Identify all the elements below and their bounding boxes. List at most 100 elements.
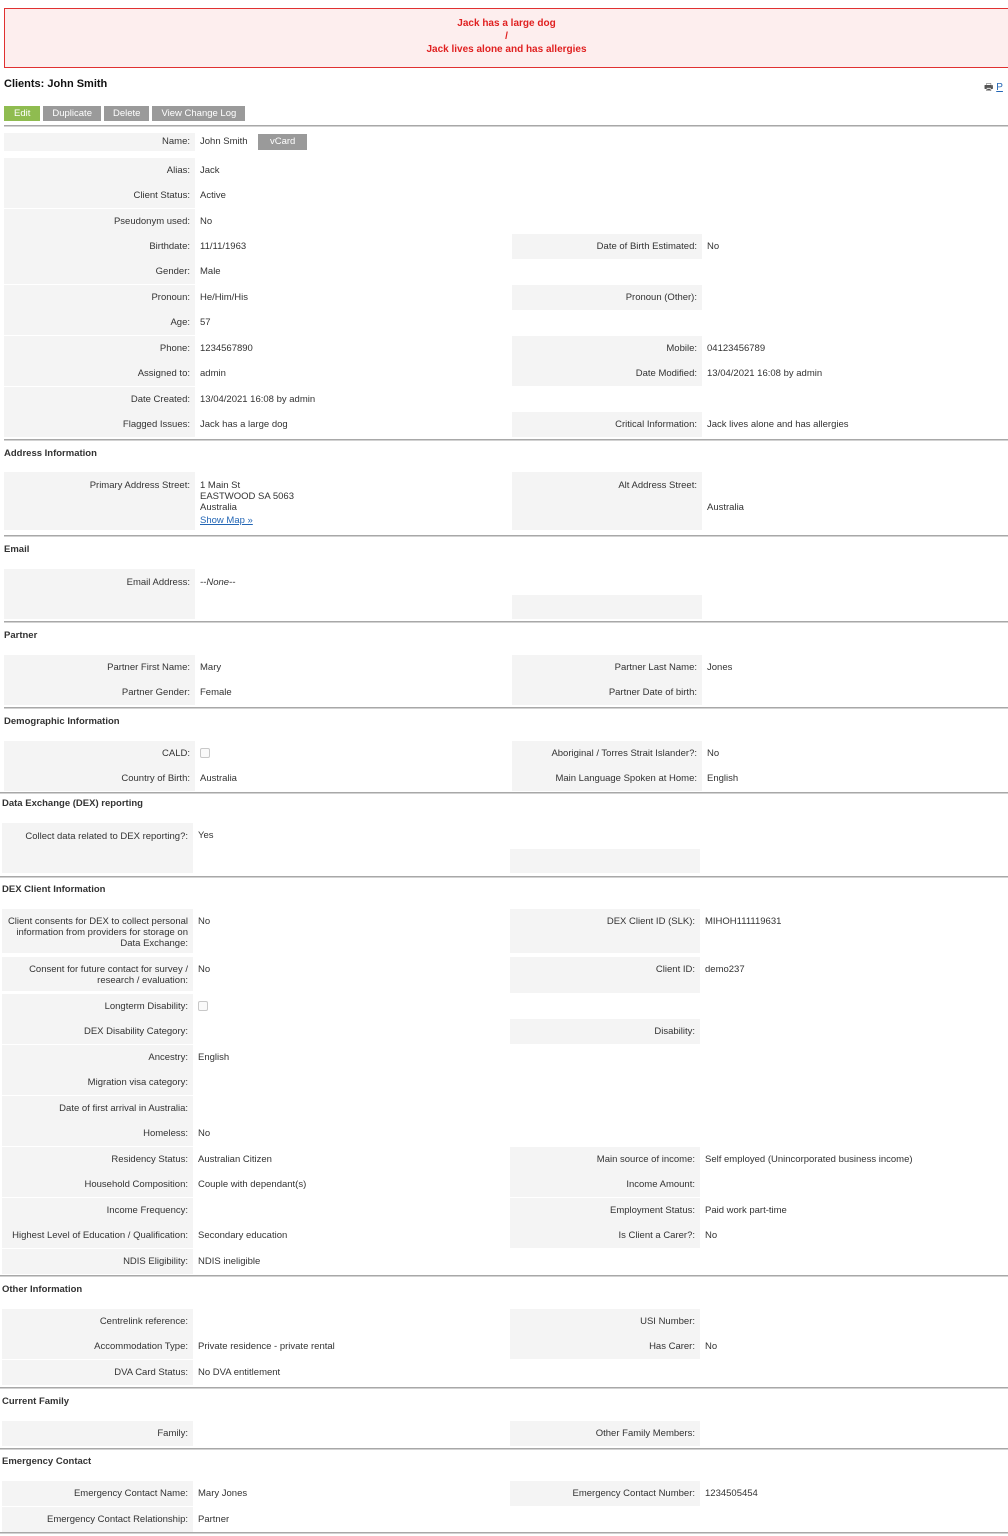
phone-value: 1234567890 [200, 343, 253, 354]
gender-value: Male [200, 266, 221, 277]
income-amount-label: Income Amount: [510, 1172, 700, 1197]
dex-client-id-slk-label: DEX Client ID (SLK): [510, 909, 700, 953]
partner-gender-label: Partner Gender: [4, 680, 195, 705]
gender-label: Gender: [4, 259, 195, 284]
phone-label: Phone: [4, 336, 195, 361]
dva-card-label: DVA Card Status: [2, 1360, 193, 1385]
divider [0, 1275, 1008, 1277]
ancestry-label: Ancestry: [2, 1045, 193, 1070]
client-status-value: Active [200, 190, 226, 201]
divider [4, 621, 1008, 623]
date-created-value: 13/04/2021 16:08 by admin [200, 394, 316, 405]
pseudonym-value: No [200, 216, 213, 227]
divider [0, 876, 1008, 878]
birthdate-label: Birthdate: [4, 234, 195, 259]
main-source-income-value: Self employed (Unincorporated business i… [705, 1154, 913, 1165]
pronoun-other-label: Pronoun (Other): [512, 285, 702, 310]
section-other-information: Other Information [2, 1284, 83, 1295]
mobile-value: 04123456789 [707, 343, 766, 354]
divider [4, 439, 1008, 441]
partner-first-name-value: Mary [200, 662, 222, 673]
duplicate-button[interactable]: Duplicate [43, 106, 101, 121]
date-created-label: Date Created: [4, 387, 195, 412]
first-arrival-label: Date of first arrival in Australia: [2, 1096, 193, 1121]
dob-estimated-value: No [707, 241, 720, 252]
main-language-label: Main Language Spoken at Home: [512, 766, 702, 791]
view-change-log-button[interactable]: View Change Log [152, 106, 246, 121]
emergency-contact-number-label: Emergency Contact Number: [510, 1481, 700, 1506]
cald-checkbox[interactable] [200, 748, 210, 758]
partner-first-name-label: Partner First Name: [4, 655, 195, 680]
country-of-birth-label: Country of Birth: [4, 766, 195, 791]
alert-flagged-text: Jack has a large dog [457, 18, 556, 29]
main-language-value: English [707, 773, 739, 784]
divider [0, 1387, 1008, 1389]
alert-critical-text: Jack lives alone and has allergies [426, 44, 587, 55]
alt-address-country: Australia [707, 502, 744, 513]
address-line-street: 1 Main St [200, 480, 241, 491]
family-label: Family: [2, 1421, 193, 1446]
alias-value: Jack [200, 165, 220, 176]
divider [4, 535, 1008, 537]
birthdate-value: 11/11/1963 [200, 241, 247, 252]
client-status-label: Client Status: [4, 183, 195, 208]
assigned-to-value: admin [200, 368, 226, 379]
delete-button[interactable]: Delete [103, 106, 150, 121]
age-label: Age: [4, 310, 195, 335]
longterm-disability-checkbox[interactable] [198, 1001, 208, 1011]
education-value: Secondary education [198, 1230, 288, 1241]
pronoun-value: He/Him/His [200, 292, 249, 303]
flagged-issues-label: Flagged Issues: [4, 412, 195, 437]
dob-estimated-label: Date of Birth Estimated: [512, 234, 702, 259]
longterm-disability-label: Longterm Disability: [2, 994, 193, 1019]
partner-gender-value: Female [200, 687, 232, 698]
atsi-value: No [707, 748, 720, 759]
print-link[interactable]: 🖶 P [984, 80, 1003, 97]
vcard-button[interactable]: vCard [258, 134, 308, 150]
usi-number-label: USI Number: [510, 1309, 700, 1334]
name-label: Name: [4, 133, 195, 151]
action-toolbar: Edit Duplicate Delete View Change Log [4, 106, 246, 121]
print-link-label[interactable]: P [996, 82, 1003, 93]
dex-client-id-slk-value: MIHOH111119631 [705, 916, 782, 927]
collect-dex-label: Collect data related to DEX reporting?: [2, 823, 193, 873]
divider [0, 1448, 1008, 1450]
employment-status-label: Employment Status: [510, 1198, 700, 1223]
assigned-to-label: Assigned to: [4, 361, 195, 386]
residency-status-value: Australian Citizen [198, 1154, 272, 1165]
section-address-information: Address Information [4, 448, 97, 459]
email-empty-cell [512, 595, 702, 619]
section-dex-client-information: DEX Client Information [2, 884, 106, 895]
flagged-issues-value: Jack has a large dog [200, 419, 288, 430]
has-carer-value: No [705, 1341, 718, 1352]
future-contact-label: Consent for future contact for survey / … [2, 957, 193, 991]
residency-status-label: Residency Status: [2, 1147, 193, 1172]
alias-label: Alias: [4, 158, 195, 183]
dex-disability-category-label: DEX Disability Category: [2, 1019, 193, 1044]
printer-icon: 🖶 [984, 82, 994, 93]
show-map-link[interactable]: Show Map » [200, 515, 294, 526]
emergency-contact-relationship-label: Emergency Contact Relationship: [2, 1507, 193, 1532]
dex-consent-label: Client consents for DEX to collect perso… [2, 909, 193, 953]
partner-last-name-value: Jones [707, 662, 733, 673]
divider [4, 707, 1008, 709]
date-modified-label: Date Modified: [512, 361, 702, 386]
address-line-country: Australia [200, 502, 237, 513]
address-line-suburb: EASTWOOD SA 5063 [200, 491, 294, 502]
ancestry-value: English [198, 1052, 230, 1063]
section-partner: Partner [4, 630, 38, 641]
country-of-birth-value: Australia [200, 773, 237, 784]
pronoun-label: Pronoun: [4, 285, 195, 310]
emergency-contact-relationship-value: Partner [198, 1514, 230, 1525]
other-family-members-label: Other Family Members: [510, 1421, 700, 1446]
edit-button[interactable]: Edit [4, 106, 41, 121]
divider [0, 1532, 1008, 1534]
cald-label: CALD: [4, 741, 195, 766]
client-id-label: Client ID: [510, 957, 700, 993]
ndis-eligibility-label: NDIS Eligibility: [2, 1249, 193, 1274]
alt-address-label: Alt Address Street: [512, 472, 702, 530]
centrelink-label: Centrelink reference: [2, 1309, 193, 1334]
partner-last-name-label: Partner Last Name: [512, 655, 702, 680]
dva-card-value: No DVA entitlement [198, 1367, 281, 1378]
section-emergency-contact: Emergency Contact [2, 1456, 92, 1467]
